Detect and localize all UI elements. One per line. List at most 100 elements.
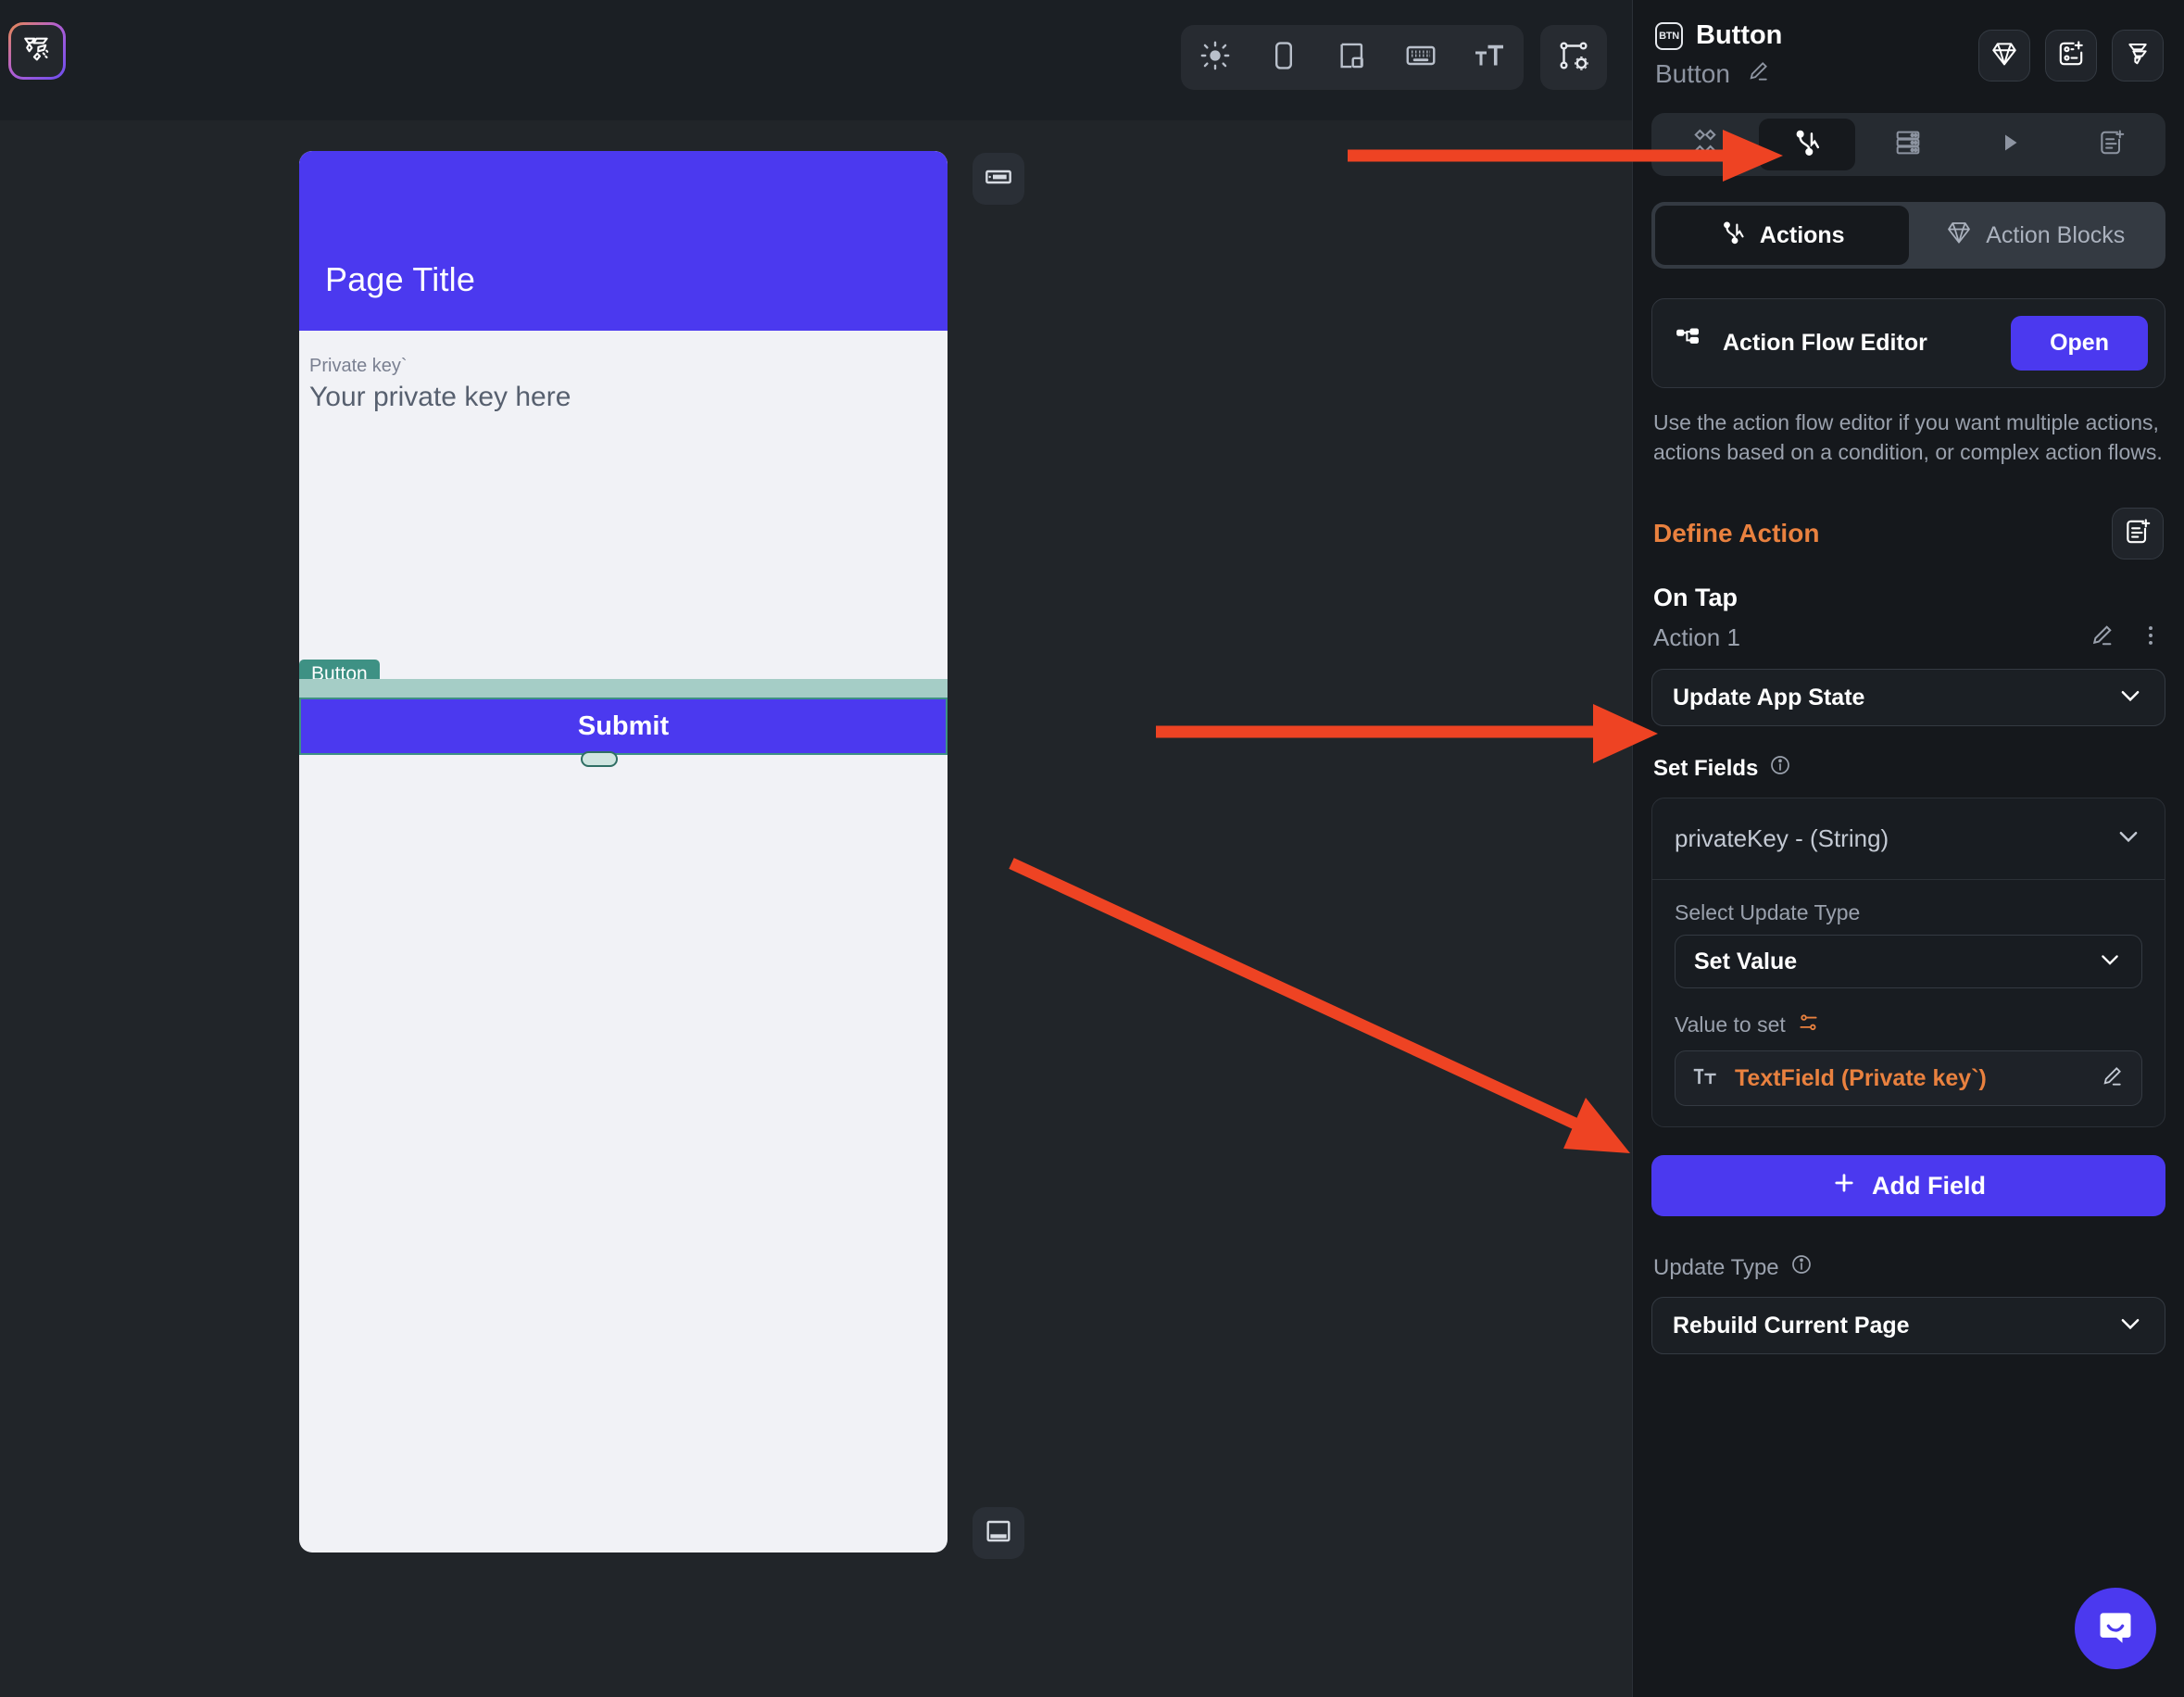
action-trigger-label: On Tap bbox=[1653, 584, 1738, 612]
widget-settings-icon-button[interactable] bbox=[1545, 29, 1602, 86]
responsive-layout-icon-button[interactable] bbox=[1324, 29, 1381, 86]
tab-actions[interactable]: Actions bbox=[1655, 206, 1909, 265]
define-action-title: Define Action bbox=[1653, 519, 1820, 548]
plus-icon bbox=[1831, 1170, 1857, 1202]
chat-bubble-icon bbox=[2094, 1605, 2137, 1653]
value-to-set-label: Value to set bbox=[1675, 1012, 1786, 1037]
diamond-icon bbox=[1945, 219, 1973, 253]
action-type-value: Update App State bbox=[1673, 684, 1865, 710]
app-state-field-value: privateKey - (String) bbox=[1675, 824, 1889, 853]
phone-body: Private key` Your private key here bbox=[299, 331, 948, 413]
flow-editor-icon bbox=[1675, 327, 1702, 359]
segment-animations[interactable] bbox=[1962, 119, 2058, 170]
responsive-layout-icon bbox=[1337, 40, 1368, 76]
add-action-doc-icon bbox=[2123, 517, 2153, 551]
text-scale-icon bbox=[1473, 39, 1506, 77]
update-type-select[interactable]: Set Value bbox=[1675, 935, 2142, 989]
set-field-item: privateKey - (String) Select Update Type… bbox=[1651, 798, 2165, 1128]
properties-icon bbox=[1689, 127, 1721, 163]
action-flow-editor-hint: Use the action flow editor if you want m… bbox=[1653, 410, 2163, 464]
generate-doc-icon bbox=[2097, 128, 2127, 162]
open-action-flow-editor-button[interactable]: Open bbox=[2011, 316, 2148, 371]
diamond-component-icon-button[interactable] bbox=[1978, 30, 2030, 82]
flutterflow-logo-button[interactable] bbox=[8, 22, 66, 80]
tab-action-blocks[interactable]: Action Blocks bbox=[1909, 206, 2163, 265]
widget-type-badge: BTN bbox=[1655, 21, 1683, 50]
pencil-edit-icon[interactable] bbox=[1745, 58, 1771, 89]
add-component-icon bbox=[2056, 39, 2086, 73]
panel-header-actions bbox=[1978, 30, 2164, 82]
theme-brightness-icon bbox=[1199, 40, 1231, 76]
bottombar-toggle-icon bbox=[984, 1516, 1013, 1551]
chevron-down-icon bbox=[2116, 682, 2144, 714]
preview-toolbar bbox=[1181, 25, 1524, 90]
rebuild-update-type-select[interactable]: Rebuild Current Page bbox=[1651, 1297, 2165, 1355]
chevron-down-icon bbox=[2116, 1310, 2144, 1342]
appbar-toggle-button[interactable] bbox=[973, 153, 1024, 205]
selection-band bbox=[299, 679, 948, 698]
phone-preview: Page Title Private key` Your private key… bbox=[299, 151, 948, 1552]
segment-properties[interactable] bbox=[1657, 119, 1753, 170]
update-type-label: Update Type bbox=[1653, 1254, 1779, 1280]
segment-actions[interactable] bbox=[1758, 119, 1855, 170]
actions-icon bbox=[1719, 219, 1747, 253]
canvas-area: Page Title Private key` Your private key… bbox=[0, 0, 1632, 1697]
top-toolbar bbox=[0, 0, 1632, 120]
resize-handle[interactable] bbox=[581, 751, 618, 767]
properties-panel: BTN Button Button Actions Action Blocks … bbox=[1632, 0, 2184, 1697]
actions-tabs: Actions Action Blocks bbox=[1651, 202, 2165, 269]
submit-button-label: Submit bbox=[577, 710, 670, 741]
keyboard-icon-button[interactable] bbox=[1392, 29, 1450, 86]
info-circle-icon[interactable] bbox=[1790, 1253, 1813, 1282]
define-action-header: Define Action bbox=[1653, 508, 2164, 560]
textfield-hint: Your private key here bbox=[309, 382, 571, 412]
panel-segment-bar bbox=[1651, 113, 2165, 176]
action-item-row: Action 1 bbox=[1653, 622, 2164, 654]
variable-settings-icon[interactable] bbox=[1797, 1011, 1821, 1039]
info-circle-icon[interactable] bbox=[1769, 754, 1791, 783]
backend-query-icon bbox=[1893, 128, 1923, 162]
pencil-edit-icon[interactable] bbox=[2099, 1063, 2125, 1094]
appbar-toggle-icon bbox=[984, 162, 1013, 196]
widget-settings-toolbar bbox=[1540, 25, 1607, 90]
tab-actions-label: Actions bbox=[1759, 221, 1845, 248]
panel-title: Button bbox=[1696, 20, 1783, 50]
add-field-label: Add Field bbox=[1872, 1171, 1986, 1200]
flutterflow-mark-icon bbox=[2123, 39, 2153, 73]
segment-backend-query[interactable] bbox=[1861, 119, 1957, 170]
keyboard-icon bbox=[1404, 39, 1437, 77]
flutterflow-editor: Page Title Private key` Your private key… bbox=[0, 0, 2184, 1697]
actions-icon bbox=[1791, 127, 1823, 163]
page-title: Page Title bbox=[325, 260, 476, 298]
value-to-set-row: Value to set bbox=[1675, 1011, 2165, 1039]
text-field-icon bbox=[1692, 1063, 1718, 1094]
flutterflow-mark-icon-button[interactable] bbox=[2112, 30, 2164, 82]
value-token-text: TextField (Private key`) bbox=[1735, 1064, 1987, 1091]
device-phone-icon-button[interactable] bbox=[1255, 29, 1312, 86]
chevron-down-icon bbox=[2115, 823, 2142, 855]
segment-documentation[interactable] bbox=[2064, 119, 2160, 170]
value-token[interactable]: TextField (Private key`) bbox=[1675, 1050, 2142, 1107]
widget-name: Button bbox=[1655, 58, 1730, 88]
chevron-down-icon bbox=[2097, 947, 2123, 977]
add-component-icon-button[interactable] bbox=[2045, 30, 2097, 82]
submit-button[interactable]: Submit bbox=[299, 698, 948, 755]
add-action-doc-icon-button[interactable] bbox=[2112, 508, 2164, 560]
action-flow-editor-label: Action Flow Editor bbox=[1723, 330, 1927, 356]
app-state-field-select[interactable]: privateKey - (String) bbox=[1652, 798, 2165, 881]
update-type-value: Set Value bbox=[1694, 948, 1798, 974]
bottombar-toggle-button[interactable] bbox=[973, 1507, 1024, 1559]
more-vertical-icon[interactable] bbox=[2138, 622, 2164, 653]
add-field-button[interactable]: Add Field bbox=[1651, 1155, 2165, 1217]
flutterflow-logo-icon bbox=[21, 33, 53, 69]
diamond-component-icon bbox=[1989, 39, 2019, 73]
theme-brightness-icon-button[interactable] bbox=[1186, 29, 1244, 86]
animations-play-icon bbox=[1996, 129, 2024, 161]
rebuild-update-type-value: Rebuild Current Page bbox=[1673, 1312, 1910, 1339]
intercom-chat-button[interactable] bbox=[2075, 1588, 2156, 1669]
pencil-edit-icon[interactable] bbox=[2088, 622, 2115, 654]
text-scale-icon-button[interactable] bbox=[1461, 29, 1518, 86]
phone-appbar[interactable]: Page Title bbox=[299, 151, 948, 331]
action-type-select[interactable]: Update App State bbox=[1651, 669, 2165, 727]
widget-settings-icon bbox=[1557, 39, 1590, 77]
